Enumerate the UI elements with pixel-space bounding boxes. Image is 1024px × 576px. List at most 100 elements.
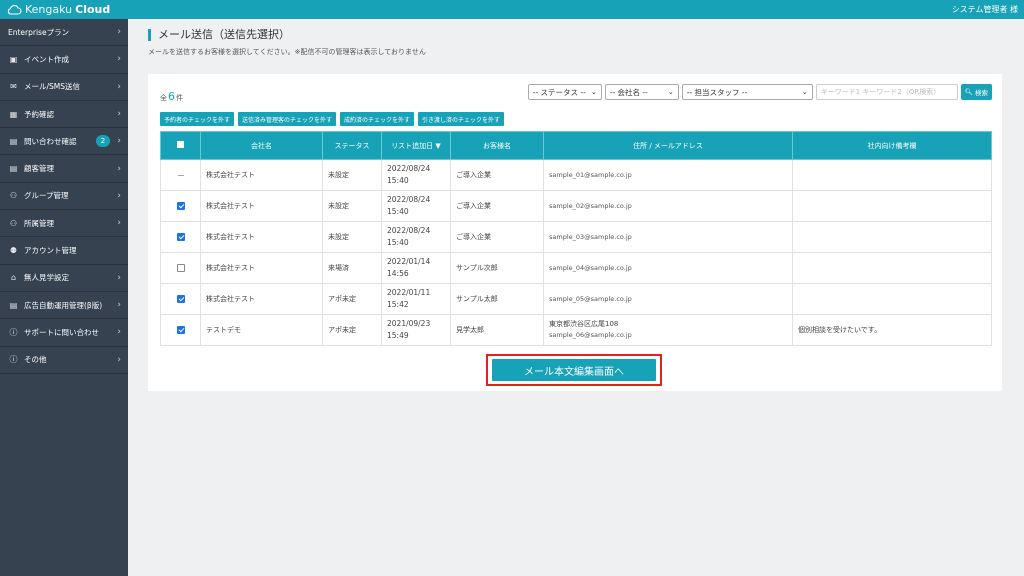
table-row: テストデモ アポ未定 2021/09/23 15:49 見学太郎 東京都渋谷区広尾108 s… [160,314,992,346]
cell-customer-name: ご導入企業 [450,159,544,191]
sidebar-item[interactable]: ⚇ 所属管理 › [0,210,128,238]
table-row: 株式会社テスト 未設定 2022/08/24 15:40 ご導入企業 sample_03@… [160,221,992,253]
cell-status: アポ未定 [322,283,382,315]
added-date: 2022/01/11 [387,288,431,297]
sidebar-item-label: アカウント管理 [24,246,77,256]
row-select-cell [160,314,201,346]
info-icon: ⓘ [9,327,18,337]
sidebar-item[interactable]: ⓘ サポートに問い合わせ › [0,319,128,347]
logo-text-bold: Cloud [75,3,111,16]
chevron-right-icon: › [117,354,121,365]
cell-internal-note [792,252,992,284]
sidebar-item-label: その他 [24,355,47,365]
staff-select[interactable]: -- 担当スタッフ -- ⌄ [681,84,813,100]
search-icon: 🔍︎ [964,88,973,96]
cell-added-date: 2022/08/24 15:40 [381,221,451,253]
sidebar-item-label: メール/SMS送信 [24,82,81,92]
cell-company: テストデモ [200,314,323,346]
sidebar-item[interactable]: ⚇ グループ管理 › [0,183,128,211]
header-checkbox[interactable] [177,141,184,148]
sidebar-item[interactable]: ⚉ アカウント管理 [0,237,128,265]
home-icon: ⌂ [10,273,17,283]
status-select-value: -- ステータス -- [532,87,586,97]
email: sample_06@sample.co.jp [549,331,632,339]
uncheck-delivered-button[interactable]: 引き渡し済のチェックを外す [418,112,505,126]
sidebar-item[interactable]: ▣ イベント作成 › [0,46,128,74]
sidebar-item[interactable]: ▤ 問い合わせ確認 2 › [0,128,128,156]
id-card-icon: ▤ [9,136,18,146]
uncheck-button-group: 予約者のチェックを外す 送信済み管理客のチェックを外す 成約済のチェックを外す … [160,112,505,126]
select-all-checkbox[interactable] [160,131,201,160]
chevron-right-icon: › [117,327,121,338]
id-card-icon: ▤ [9,300,18,310]
uncheck-contracted-button[interactable]: 成約済のチェックを外す [340,112,415,126]
table-row: 株式会社テスト 未設定 2022/08/24 15:40 ご導入企業 sample_02@… [160,190,992,222]
status-select[interactable]: -- ステータス -- ⌄ [527,84,602,100]
chevron-right-icon: › [117,109,121,120]
cell-internal-note: 個別相談を受けたいです。 [792,314,992,346]
chevron-right-icon: › [117,136,121,147]
address: 東京都渋谷区広尾108 [549,320,619,328]
envelope-icon: ✉ [10,82,17,92]
chevron-right-icon: › [117,81,121,92]
cell-status: 来場済 [322,252,382,284]
cell-status: 未設定 [322,221,382,253]
added-time: 15:40 [387,207,409,216]
uncheck-reserved-button[interactable]: 予約者のチェックを外す [160,112,235,126]
company-select-value: -- 会社名 -- [609,87,648,97]
filter-bar: -- ステータス -- ⌄ -- 会社名 -- ⌄ -- 担当スタッフ -- ⌄ キー… [527,84,992,100]
added-time: 14:56 [387,269,409,278]
cell-company: 株式会社テスト [200,283,323,315]
page-subtitle: メールを送信するお客様を選択してください。※配信不可の管理客は表示しておりません [148,48,426,56]
uncheck-sent-button[interactable]: 送信済み管理客のチェックを外す [238,112,337,126]
row-checkbox[interactable] [176,233,185,241]
added-time: 15:49 [387,331,409,340]
top-bar: Kengaku Cloud システム管理者 様 [0,0,1024,19]
sidebar-item[interactable]: ⓘ その他 › [0,347,128,374]
image-icon: ▣ [9,54,18,64]
row-checkbox[interactable] [176,264,185,272]
row-checkbox[interactable] [176,202,185,210]
col-added-date[interactable]: リスト追加日 ▼ [381,131,451,160]
cell-address-email: sample_04@sample.co.jp [543,252,793,284]
company-select[interactable]: -- 会社名 -- ⌄ [604,84,679,100]
chevron-down-icon: ⌄ [667,88,674,96]
chevron-right-icon: › [117,300,121,311]
users-icon: ⚇ [9,218,18,228]
edit-mail-body-button[interactable]: メール本文編集画面へ [492,359,656,381]
sidebar-item-label: 予約確認 [24,109,54,119]
cell-company: 株式会社テスト [200,221,323,253]
sidebar: Enterpriseプラン › ▣ イベント作成 › ✉ メール/SMS送信 › ▦ 予約確認 › ▤… [0,19,128,576]
col-internal-note: 社内向け備考欄 [792,131,992,160]
chevron-down-icon: ⌄ [590,88,597,96]
cell-internal-note [792,190,992,222]
sidebar-item[interactable]: ✉ メール/SMS送信 › [0,74,128,101]
row-checkbox[interactable] [176,326,185,334]
sidebar-item-label: 広告自動運用管理(β版) [24,300,103,310]
app-logo[interactable]: Kengaku Cloud [6,3,110,16]
col-status: ステータス [322,131,382,160]
main-panel: 全6件 -- ステータス -- ⌄ -- 会社名 -- ⌄ -- 担当スタッフ --… [148,74,1002,391]
row-checkbox[interactable] [176,295,185,303]
staff-select-value: -- 担当スタッフ -- [686,87,748,97]
sidebar-item[interactable]: Enterpriseプラン › [0,19,128,47]
user-tie-icon: ⚉ [9,246,18,256]
user-menu[interactable]: システム管理者 様 [952,4,1018,15]
cell-company: 株式会社テスト [200,190,323,222]
row-select-cell [160,283,201,315]
sidebar-item[interactable]: ▦ 予約確認 › [0,101,128,129]
row-select-cell [160,159,201,191]
email: sample_05@sample.co.jp [549,294,632,303]
search-button[interactable]: 🔍︎ 検索 [960,84,992,100]
added-date: 2022/08/24 [387,226,431,235]
cell-added-date: 2022/08/24 15:40 [381,159,451,191]
keyword-input[interactable]: キーワード1 キーワード2（OR検索） [815,84,958,100]
cell-status: アポ未定 [322,314,382,346]
sidebar-item[interactable]: ▤ 顧客管理 › [0,155,128,183]
col-company: 会社名 [200,131,323,160]
sidebar-item[interactable]: ▤ 広告自動運用管理(β版) › [0,292,128,320]
sidebar-item-label: Enterpriseプラン [8,27,70,37]
sidebar-item[interactable]: ⌂ 無人見学設定 › [0,265,128,292]
col-customer-name: お客様名 [450,131,544,160]
sidebar-item-label: 問い合わせ確認 [24,136,77,146]
